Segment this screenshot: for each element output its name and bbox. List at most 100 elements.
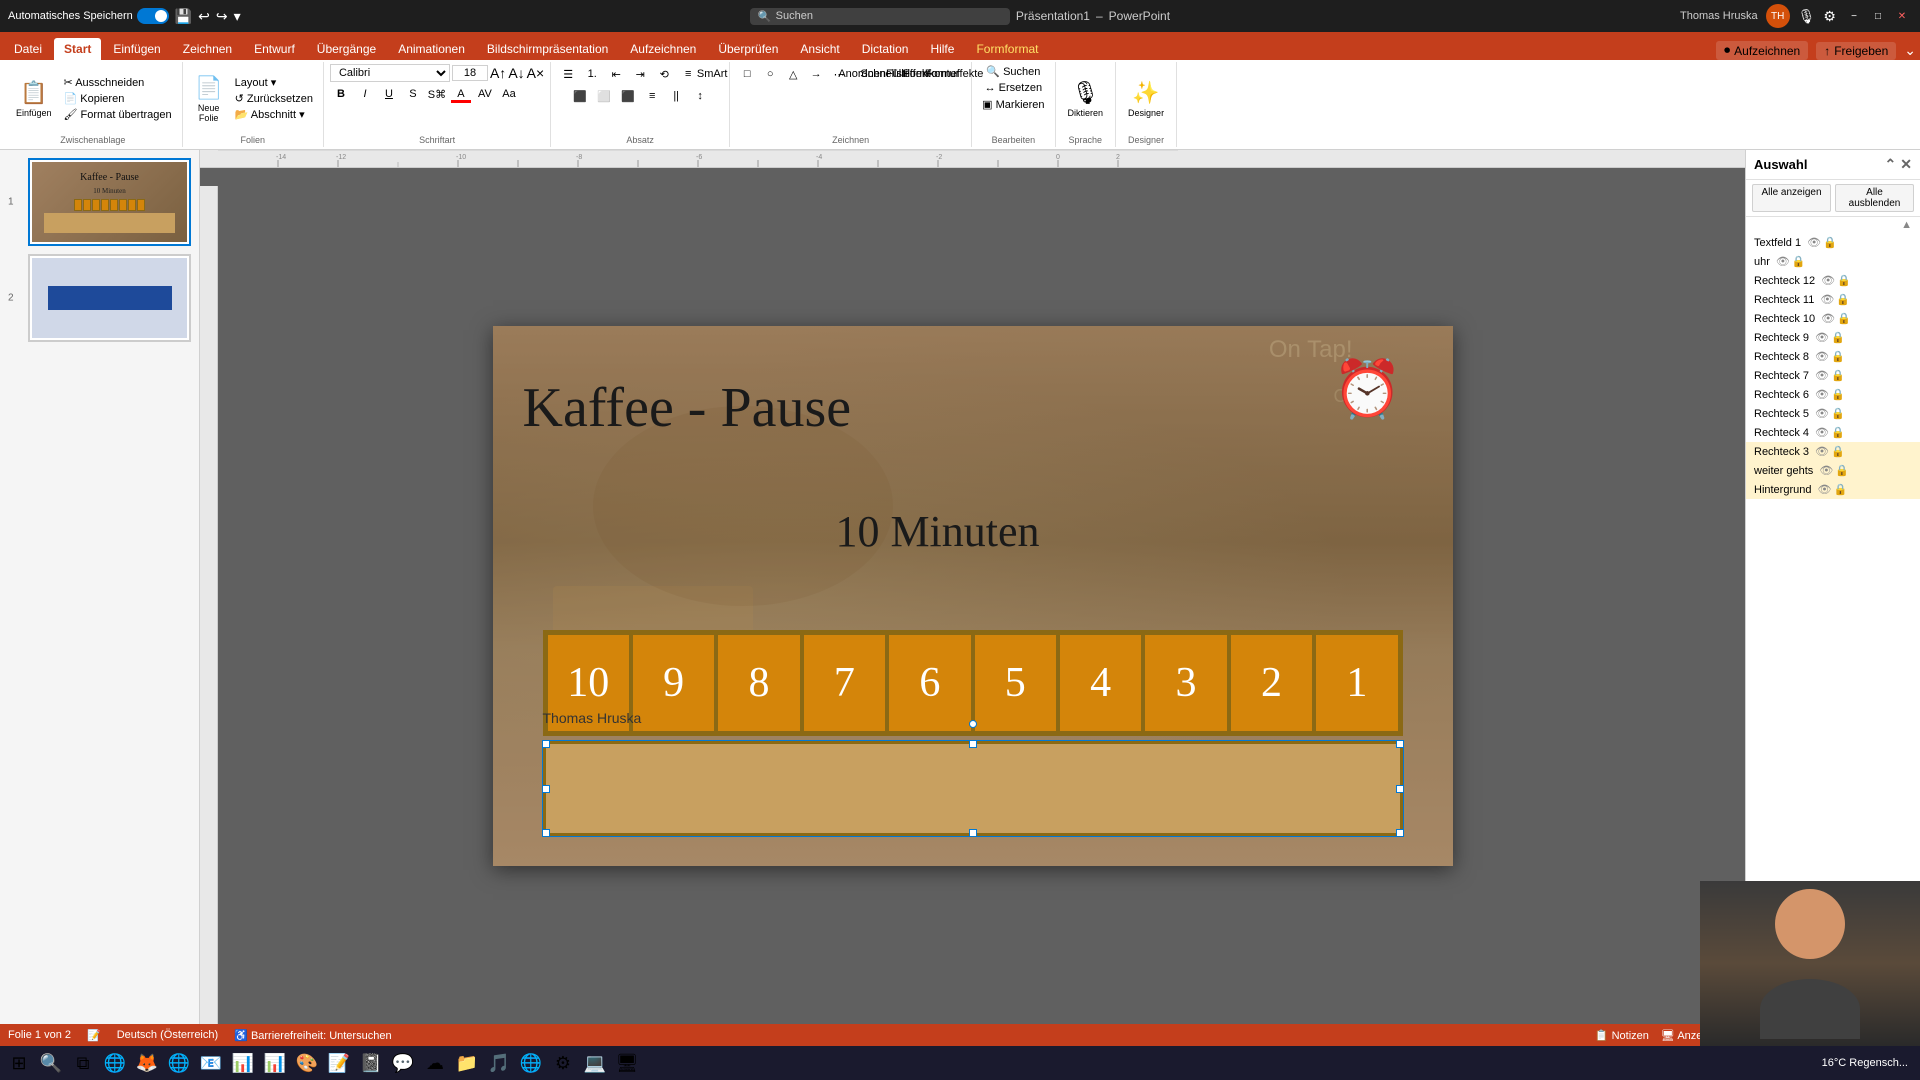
panel-item-rechteck8[interactable]: Rechteck 8 👁 🔒 bbox=[1746, 347, 1920, 366]
format-paint-button[interactable]: 🖌 Format übertragen bbox=[60, 107, 176, 122]
more-icon[interactable]: ▾ bbox=[234, 8, 241, 25]
taskview-button[interactable]: ⧉ bbox=[68, 1048, 98, 1078]
excel-icon[interactable]: 📊 bbox=[228, 1048, 258, 1078]
replace-button[interactable]: ↔ Ersetzen bbox=[981, 81, 1046, 95]
slide-title[interactable]: Kaffee - Pause bbox=[523, 376, 1353, 440]
countdown-box-7[interactable]: 7 bbox=[802, 633, 887, 733]
lock-icon[interactable]: 🔒 bbox=[1831, 445, 1845, 458]
select-button[interactable]: ▣ Markieren bbox=[978, 97, 1048, 112]
font-family-select[interactable]: Calibri bbox=[330, 64, 450, 82]
countdown-box-8[interactable]: 8 bbox=[716, 633, 801, 733]
underline-button[interactable]: U bbox=[378, 84, 400, 104]
italic-button[interactable]: I bbox=[354, 84, 376, 104]
lock-icon[interactable]: 🔒 bbox=[1837, 312, 1851, 325]
panel-item-rechteck5[interactable]: Rechteck 5 👁 🔒 bbox=[1746, 404, 1920, 423]
countdown-box-6[interactable]: 6 bbox=[887, 633, 972, 733]
music-icon[interactable]: 🎵 bbox=[484, 1048, 514, 1078]
onedrive-icon[interactable]: ☁ bbox=[420, 1048, 450, 1078]
tab-entwurf[interactable]: Entwurf bbox=[244, 38, 305, 60]
visibility-icon[interactable]: 👁 bbox=[1815, 445, 1829, 458]
panel-item-textfeld1[interactable]: Textfeld 1 👁 🔒 bbox=[1746, 233, 1920, 252]
shape-button-3[interactable]: △ bbox=[782, 64, 804, 84]
visibility-icon[interactable]: 👁 bbox=[1821, 274, 1835, 287]
smartart-button[interactable]: SmArt bbox=[701, 64, 723, 84]
panel-collapse-icon[interactable]: ⌃ bbox=[1885, 156, 1897, 173]
minimize-button[interactable]: − bbox=[1844, 6, 1864, 26]
lock-icon[interactable]: 🔒 bbox=[1831, 426, 1845, 439]
tab-datei[interactable]: Datei bbox=[4, 38, 52, 60]
chrome-icon[interactable]: 🌐 bbox=[164, 1048, 194, 1078]
autosave-toggle[interactable]: Automatisches Speichern bbox=[8, 8, 169, 24]
accessibility-status[interactable]: ♿ Barrierefreiheit: Untersuchen bbox=[234, 1029, 391, 1042]
increase-font-icon[interactable]: A↑ bbox=[490, 65, 506, 81]
clear-format-icon[interactable]: A× bbox=[527, 65, 545, 81]
shape-button-4[interactable]: → bbox=[805, 64, 827, 84]
tab-start[interactable]: Start bbox=[54, 38, 101, 60]
scroll-up-icon[interactable]: ▲ bbox=[1901, 219, 1912, 231]
visibility-icon[interactable]: 👁 bbox=[1815, 388, 1829, 401]
save-icon[interactable]: 💾 bbox=[175, 8, 192, 25]
hide-all-button[interactable]: Alle ausblenden bbox=[1835, 184, 1914, 212]
redo-icon[interactable]: ↪ bbox=[216, 8, 228, 25]
handle-ml[interactable] bbox=[542, 785, 550, 793]
decrease-font-icon[interactable]: A↓ bbox=[508, 65, 524, 81]
app20-icon[interactable]: 🖥 bbox=[612, 1048, 642, 1078]
record-button[interactable]: ⏺ Aufzeichnen bbox=[1716, 41, 1808, 60]
reset-button[interactable]: ↺ Zurücksetzen bbox=[231, 91, 317, 106]
justify-button[interactable]: ≡ bbox=[641, 86, 663, 106]
paste-button[interactable]: 📋 Einfügen bbox=[10, 78, 58, 120]
tab-dictation[interactable]: Dictation bbox=[852, 38, 919, 60]
lock-icon[interactable]: 🔒 bbox=[1831, 350, 1845, 363]
language-status[interactable]: Deutsch (Österreich) bbox=[117, 1029, 218, 1041]
undo-icon[interactable]: ↩ bbox=[198, 8, 210, 25]
visibility-icon[interactable]: 👁 bbox=[1815, 407, 1829, 420]
align-center-button[interactable]: ⬜ bbox=[593, 86, 615, 106]
window-controls[interactable]: − □ ✕ bbox=[1844, 6, 1912, 26]
paint-icon[interactable]: 🎨 bbox=[292, 1048, 322, 1078]
bold-button[interactable]: B bbox=[330, 84, 352, 104]
shape-button-1[interactable]: □ bbox=[736, 64, 758, 84]
layout-button[interactable]: Layout ▾ bbox=[231, 75, 317, 90]
visibility-icon[interactable]: 👁 bbox=[1815, 426, 1829, 439]
strikethrough-button[interactable]: S bbox=[402, 84, 424, 104]
slide-thumb-2-container[interactable]: 2 bbox=[28, 254, 191, 342]
align-right-button[interactable]: ⬛ bbox=[617, 86, 639, 106]
edge-icon[interactable]: 🌐 bbox=[100, 1048, 130, 1078]
cut-button[interactable]: ✂ Ausschneiden bbox=[60, 75, 176, 90]
close-button[interactable]: ✕ bbox=[1892, 6, 1912, 26]
slide-thumb-2[interactable] bbox=[28, 254, 191, 342]
lock-icon[interactable]: 🔒 bbox=[1823, 236, 1837, 249]
countdown-box-2[interactable]: 2 bbox=[1229, 633, 1314, 733]
decrease-indent-button[interactable]: ⇤ bbox=[605, 64, 627, 84]
visibility-icon[interactable]: 👁 bbox=[1817, 483, 1831, 496]
visibility-icon[interactable]: 👁 bbox=[1819, 464, 1833, 477]
tab-bildschirm[interactable]: Bildschirmpräsentation bbox=[477, 38, 618, 60]
panel-item-uhr[interactable]: uhr 👁 🔒 bbox=[1746, 252, 1920, 271]
app19-icon[interactable]: 💻 bbox=[580, 1048, 610, 1078]
handle-bm[interactable] bbox=[969, 829, 977, 837]
share-button[interactable]: ↑ Freigeben bbox=[1816, 42, 1896, 60]
visibility-icon[interactable]: 👁 bbox=[1807, 236, 1821, 249]
tab-formformat[interactable]: Formformat bbox=[966, 38, 1048, 60]
slide-subtitle[interactable]: 10 Minuten bbox=[523, 506, 1353, 557]
tab-ansicht[interactable]: Ansicht bbox=[790, 38, 849, 60]
align-left-button[interactable]: ⬛ bbox=[569, 86, 591, 106]
panel-item-hintergrund[interactable]: Hintergrund 👁 🔒 bbox=[1746, 480, 1920, 499]
countdown-box-3[interactable]: 3 bbox=[1143, 633, 1228, 733]
onenote-icon[interactable]: 📓 bbox=[356, 1048, 386, 1078]
slide-thumb-1[interactable]: 1 Kaffee - Pause 10 Minuten bbox=[28, 158, 191, 246]
panel-item-rechteck12[interactable]: Rechteck 12 👁 🔒 bbox=[1746, 271, 1920, 290]
handle-tl[interactable] bbox=[542, 740, 550, 748]
char-spacing-button[interactable]: AV bbox=[474, 84, 496, 104]
dictate-button[interactable]: 🎙 Diktieren bbox=[1062, 78, 1110, 120]
panel-item-rechteck9[interactable]: Rechteck 9 👁 🔒 bbox=[1746, 328, 1920, 347]
handle-br[interactable] bbox=[1396, 829, 1404, 837]
tab-animationen[interactable]: Animationen bbox=[388, 38, 475, 60]
lock-icon[interactable]: 🔒 bbox=[1792, 255, 1806, 268]
settings-taskbar-icon[interactable]: ⚙ bbox=[548, 1048, 578, 1078]
panel-item-rechteck10[interactable]: Rechteck 10 👁 🔒 bbox=[1746, 309, 1920, 328]
designer-button[interactable]: ✨ Designer bbox=[1122, 78, 1170, 120]
section-button[interactable]: 📂 Abschnitt ▾ bbox=[231, 107, 317, 122]
new-slide-button[interactable]: 📄 NeueFolie bbox=[189, 73, 229, 125]
rotate-handle[interactable] bbox=[969, 720, 977, 728]
